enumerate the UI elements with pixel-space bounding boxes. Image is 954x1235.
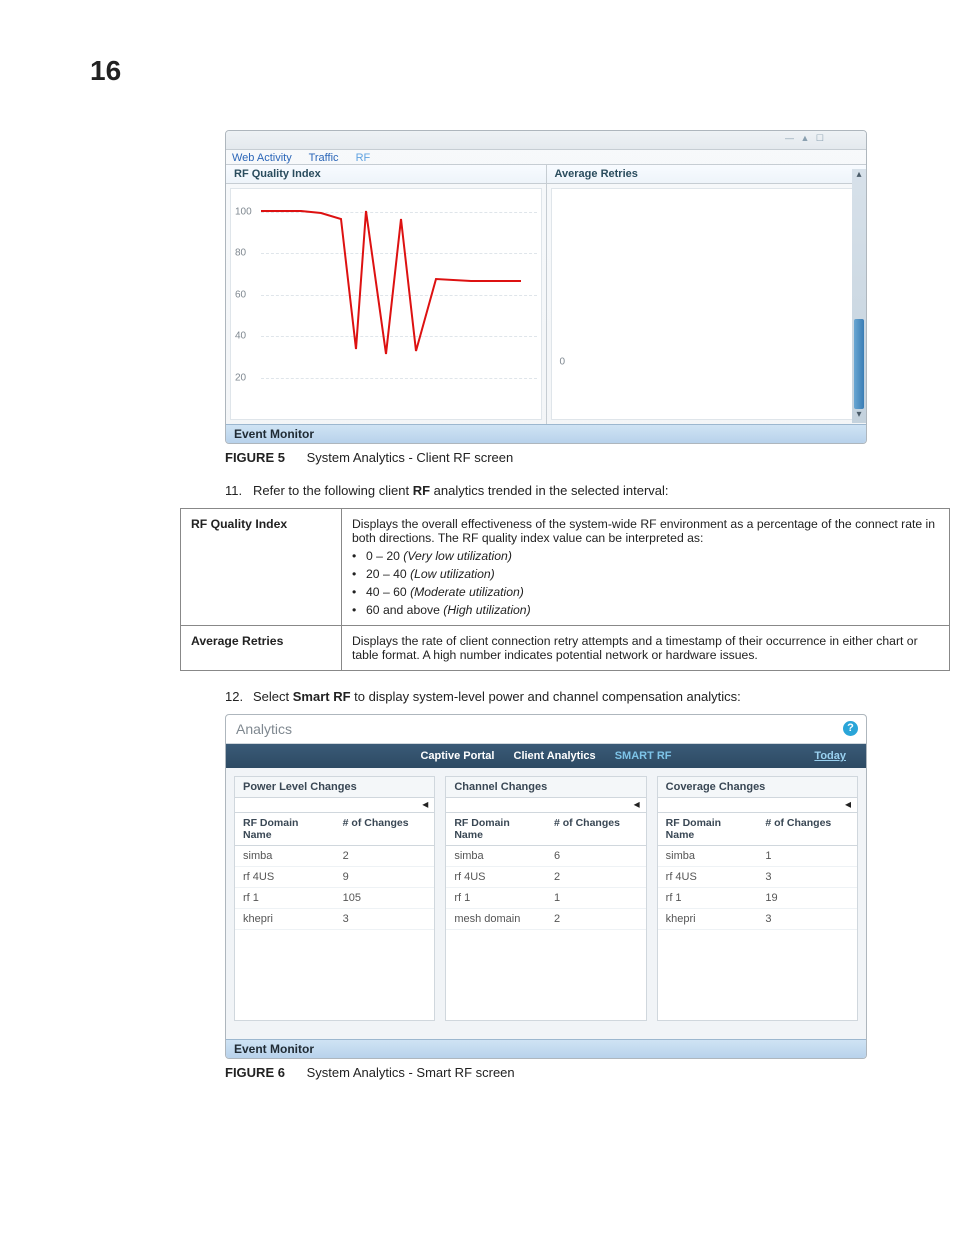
table-row: simba6 (446, 846, 645, 867)
table-row: rf 4US3 (658, 867, 857, 888)
col-title-power: Power Level Changes (235, 777, 434, 798)
table-row: mesh domain2 (446, 909, 645, 930)
col-toggle-icon[interactable] (235, 798, 434, 813)
charts-row: RF Quality Index ◂ 100 80 60 40 20 (226, 165, 866, 424)
ytick: 20 (235, 372, 246, 383)
analytics-tabbar: Captive Portal Client Analytics SMART RF… (226, 744, 866, 768)
col-channel-changes: Channel Changes RF Domain Name# of Chang… (445, 776, 646, 1021)
tab-web-activity[interactable]: Web Activity (232, 152, 292, 164)
table-row: Average Retries Displays the rate of cli… (181, 626, 950, 671)
table-row: rf 4US9 (235, 867, 434, 888)
figure6-label: FIGURE 6 (225, 1065, 285, 1080)
event-monitor-bar[interactable]: Event Monitor (226, 1039, 866, 1058)
col-coverage-changes: Coverage Changes RF Domain Name# of Chan… (657, 776, 858, 1021)
step-11-num: 11. (225, 483, 253, 498)
col-header: RF Domain Name# of Changes (658, 813, 857, 846)
tab-rf[interactable]: RF (356, 152, 371, 164)
figure5-label: FIGURE 5 (225, 450, 285, 465)
tab-captive-portal[interactable]: Captive Portal (420, 750, 494, 762)
term-avg-retries: Average Retries (181, 626, 342, 671)
desc-avg-retries: Displays the rate of client connection r… (342, 626, 950, 671)
today-link[interactable]: Today (814, 750, 846, 762)
event-monitor-bar[interactable]: Event Monitor (226, 424, 866, 443)
ytick: 80 (235, 248, 246, 259)
figure6-caption-text: System Analytics - Smart RF screen (307, 1065, 515, 1080)
step-11: 11. Refer to the following client RF ana… (225, 483, 904, 498)
definition-table: RF Quality Index Displays the overall ef… (180, 508, 950, 671)
panel-titlebar: — ▲ ☐ (226, 131, 866, 150)
chart-rf-quality: RF Quality Index ◂ 100 80 60 40 20 (226, 165, 547, 424)
figure5-panel: — ▲ ☐ Web Activity Traffic RF RF Quality… (225, 130, 867, 444)
term-rf-quality: RF Quality Index (181, 509, 342, 626)
figure5-caption: FIGURE 5 System Analytics - Client RF sc… (225, 450, 904, 465)
table-row: rf 4US2 (446, 867, 645, 888)
chart-title-rf-quality: RF Quality Index (226, 165, 546, 184)
ytick: 100 (235, 207, 252, 218)
scroll-down-icon[interactable]: ▾ (852, 409, 866, 423)
table-row: khepri3 (658, 909, 857, 930)
scroll-up-icon[interactable]: ▴ (852, 169, 866, 183)
col-power-level: Power Level Changes RF Domain Name# of C… (234, 776, 435, 1021)
help-icon[interactable]: ? (843, 721, 858, 736)
chart-body-avg-retries: 0 (551, 188, 863, 420)
step-12-text: Select Smart RF to display system-level … (253, 689, 741, 704)
col-header: RF Domain Name# of Changes (446, 813, 645, 846)
ytick-zero: 0 (560, 356, 566, 367)
smart-rf-body: Power Level Changes RF Domain Name# of C… (226, 768, 866, 1039)
table-row: rf 119 (658, 888, 857, 909)
col-toggle-icon[interactable] (446, 798, 645, 813)
table-row: rf 1105 (235, 888, 434, 909)
chart-body-rf-quality: 100 80 60 40 20 (230, 188, 542, 420)
rf-quality-line-icon (261, 199, 521, 404)
page-number: 16 (90, 55, 121, 87)
figure-5-wrap: — ▲ ☐ Web Activity Traffic RF RF Quality… (225, 130, 904, 465)
desc-rf-quality: Displays the overall effectiveness of th… (342, 509, 950, 626)
col-title-channel: Channel Changes (446, 777, 645, 798)
chart-avg-retries: Average Retries ◂ 0 (547, 165, 867, 424)
scroll-thumb[interactable] (854, 319, 864, 409)
col-title-coverage: Coverage Changes (658, 777, 857, 798)
col-header: RF Domain Name# of Changes (235, 813, 434, 846)
tab-traffic[interactable]: Traffic (309, 152, 339, 164)
chart-title-avg-retries: Average Retries (547, 165, 867, 184)
figure-6-wrap: Analytics ? Captive Portal Client Analyt… (225, 714, 904, 1080)
figure6-caption: FIGURE 6 System Analytics - Smart RF scr… (225, 1065, 904, 1080)
rf-tabbar: Web Activity Traffic RF (226, 150, 866, 165)
step-12-num: 12. (225, 689, 253, 704)
col-toggle-icon[interactable] (658, 798, 857, 813)
table-row: RF Quality Index Displays the overall ef… (181, 509, 950, 626)
table-row: simba1 (658, 846, 857, 867)
figure6-panel: Analytics ? Captive Portal Client Analyt… (225, 714, 867, 1059)
analytics-title: Analytics ? (226, 715, 866, 744)
table-row: simba2 (235, 846, 434, 867)
ytick: 60 (235, 289, 246, 300)
table-row: khepri3 (235, 909, 434, 930)
panel-scrollbar[interactable]: ▴ ▾ (852, 169, 866, 423)
figure5-caption-text: System Analytics - Client RF screen (307, 450, 514, 465)
tab-smart-rf[interactable]: SMART RF (615, 750, 672, 762)
step-12: 12. Select Smart RF to display system-le… (225, 689, 904, 704)
ytick: 40 (235, 331, 246, 342)
tab-client-analytics[interactable]: Client Analytics (514, 750, 596, 762)
table-row: rf 11 (446, 888, 645, 909)
window-controls-icon: — ▲ ☐ (785, 133, 826, 144)
step-11-text: Refer to the following client RF analyti… (253, 483, 669, 498)
